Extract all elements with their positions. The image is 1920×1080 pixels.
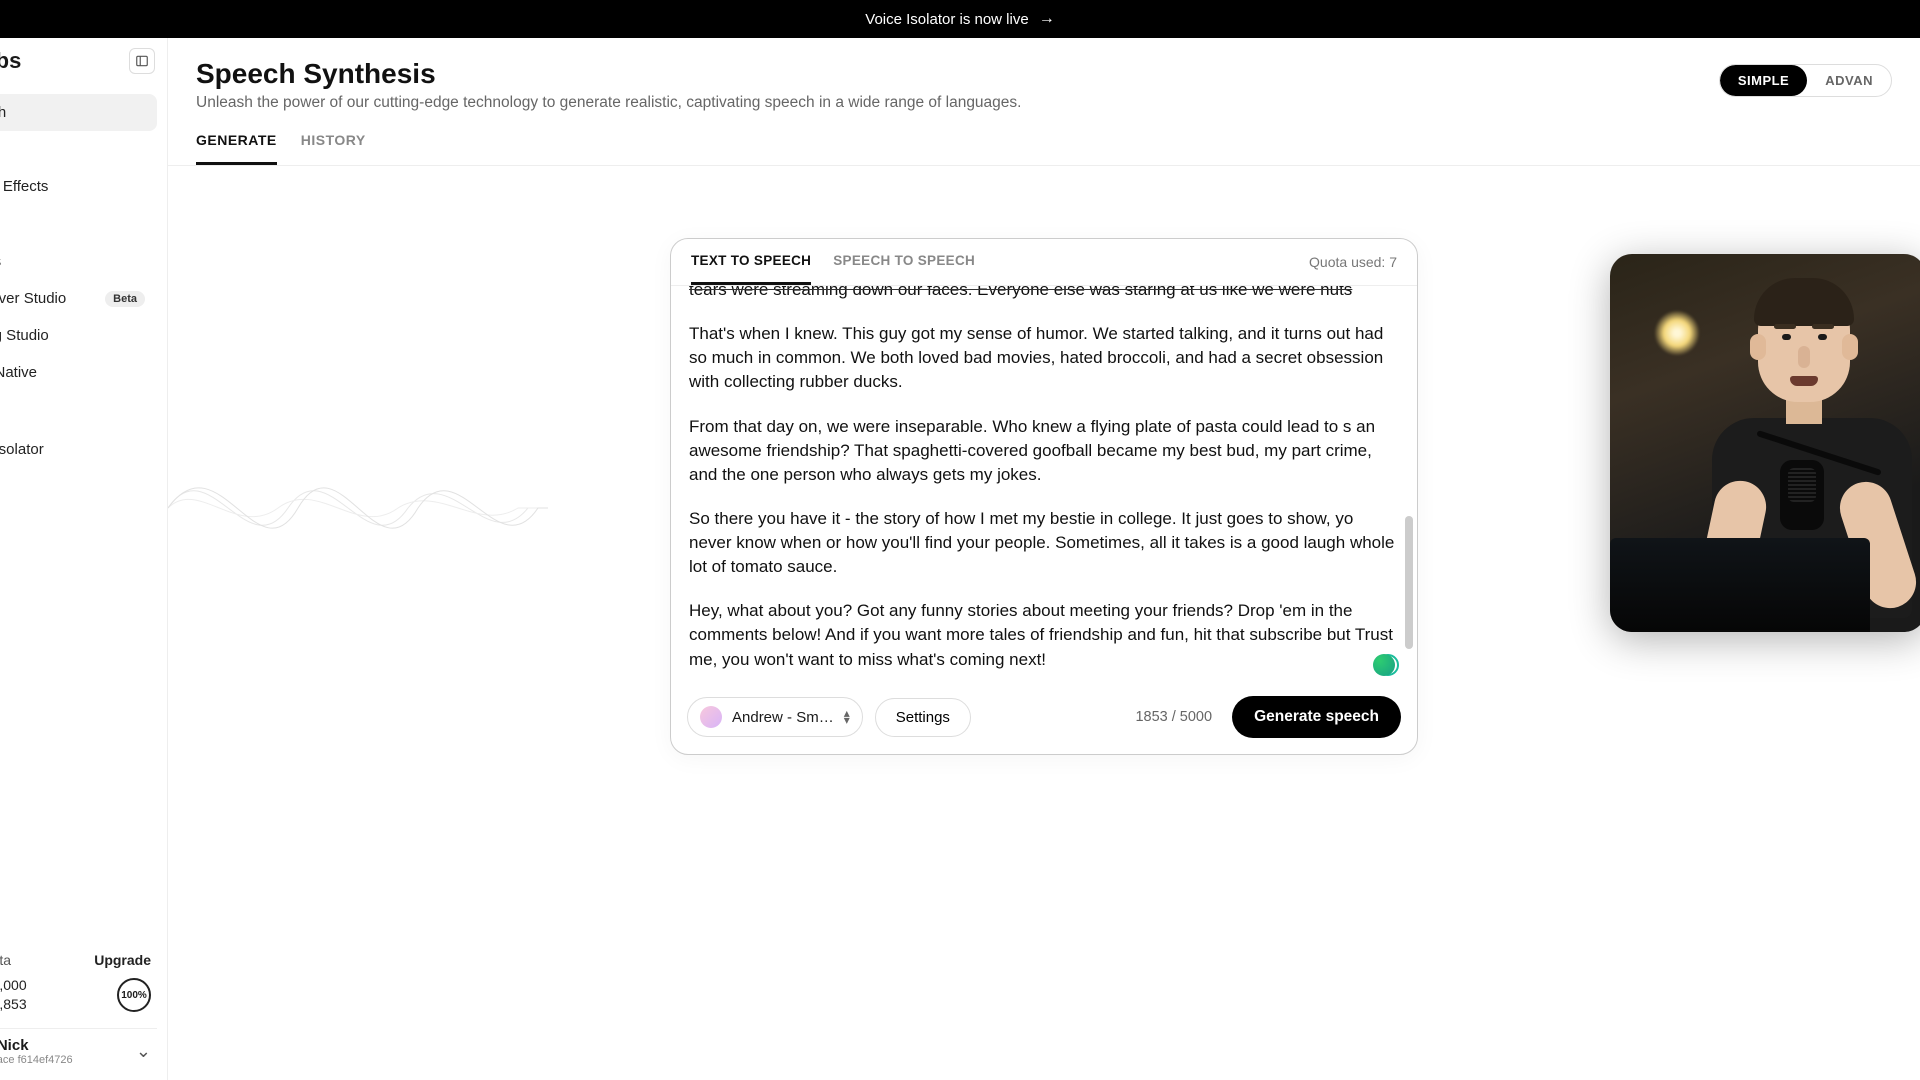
scrollbar[interactable] [1403, 290, 1413, 680]
settings-button[interactable]: Settings [875, 698, 971, 737]
sidebar-section-label: VS [0, 205, 157, 243]
quota-total: 726,853 [0, 995, 27, 1014]
quota-label: quota [0, 952, 11, 968]
user-menu[interactable]: ve Nick rkspace f614ef4726 ⌄ [0, 1028, 157, 1066]
grammarly-widget[interactable]: + [1377, 654, 1395, 676]
tab-text-to-speech[interactable]: TEXT TO SPEECH [691, 253, 811, 285]
text-input[interactable]: tears were streaming down our faces. Eve… [671, 286, 1417, 684]
tab-speech-to-speech[interactable]: SPEECH TO SPEECH [833, 253, 975, 285]
beta-badge: Beta [105, 291, 145, 307]
sidebar-item-projects[interactable]: cts [0, 243, 157, 280]
sidebar-item-voiceover-studio[interactable]: eover StudioBeta [0, 280, 157, 317]
arrow-right-icon: → [1039, 10, 1055, 28]
chevron-down-icon: ⌄ [136, 1041, 151, 1062]
character-count: 1853 / 5000 [1135, 709, 1212, 725]
quota-percent-badge: 100% [117, 978, 151, 1012]
sidebar-nav: ech es nd Effects VS cts eover StudioBet… [0, 88, 167, 942]
banner-text: Voice Isolator is now live [865, 11, 1028, 28]
voice-selector[interactable]: Andrew - Sm… ▴▾ [687, 697, 863, 737]
announcement-banner[interactable]: Voice Isolator is now live → [0, 0, 1920, 38]
voice-name: Andrew - Sm… [732, 709, 834, 726]
upgrade-link[interactable]: Upgrade [94, 952, 151, 968]
sidebar-item-speech[interactable]: ech [0, 94, 157, 131]
sidebar-item-audio-native[interactable]: o Native [0, 354, 157, 391]
brand-logo: Labs [0, 48, 21, 74]
quota-used-label: Quota used: 7 [1309, 254, 1397, 284]
generate-speech-button[interactable]: Generate speech [1232, 696, 1401, 738]
grammarly-logo-icon [1373, 654, 1395, 676]
synthesis-card: TEXT TO SPEECH SPEECH TO SPEECH Quota us… [670, 238, 1418, 755]
tab-generate[interactable]: GENERATE [196, 132, 277, 165]
mode-advanced-button[interactable]: ADVAN [1807, 65, 1891, 96]
sidebar-collapse-button[interactable] [129, 48, 155, 74]
page-title: Speech Synthesis [196, 58, 1021, 90]
sidebar-item-sound-effects[interactable]: nd Effects [0, 168, 157, 205]
user-name: ve Nick [0, 1037, 73, 1054]
tab-history[interactable]: HISTORY [301, 132, 366, 165]
panel-left-icon [135, 54, 149, 68]
workspace-id: rkspace f614ef4726 [0, 1054, 73, 1066]
sidebar-item-voice-isolator[interactable]: e Isolator [0, 431, 157, 468]
page-subtitle: Unleash the power of our cutting-edge te… [196, 94, 1021, 112]
page-tabs: GENERATE HISTORY [168, 112, 1920, 166]
sidebar-item-dubbing-studio[interactable]: ing Studio [0, 317, 157, 354]
sidebar-item-voices[interactable]: es [0, 131, 157, 168]
main-content: Speech Synthesis Unleash the power of ou… [168, 38, 1920, 1080]
voice-avatar-icon [700, 706, 722, 728]
quota-remaining: 500,000 [0, 976, 27, 995]
webcam-overlay [1610, 254, 1920, 632]
sidebar: Labs ech es nd Effects VS cts eover Stud… [0, 38, 168, 1080]
mode-simple-button[interactable]: SIMPLE [1720, 65, 1807, 96]
mode-toggle: SIMPLE ADVAN [1719, 64, 1892, 97]
chevron-updown-icon: ▴▾ [844, 710, 850, 724]
